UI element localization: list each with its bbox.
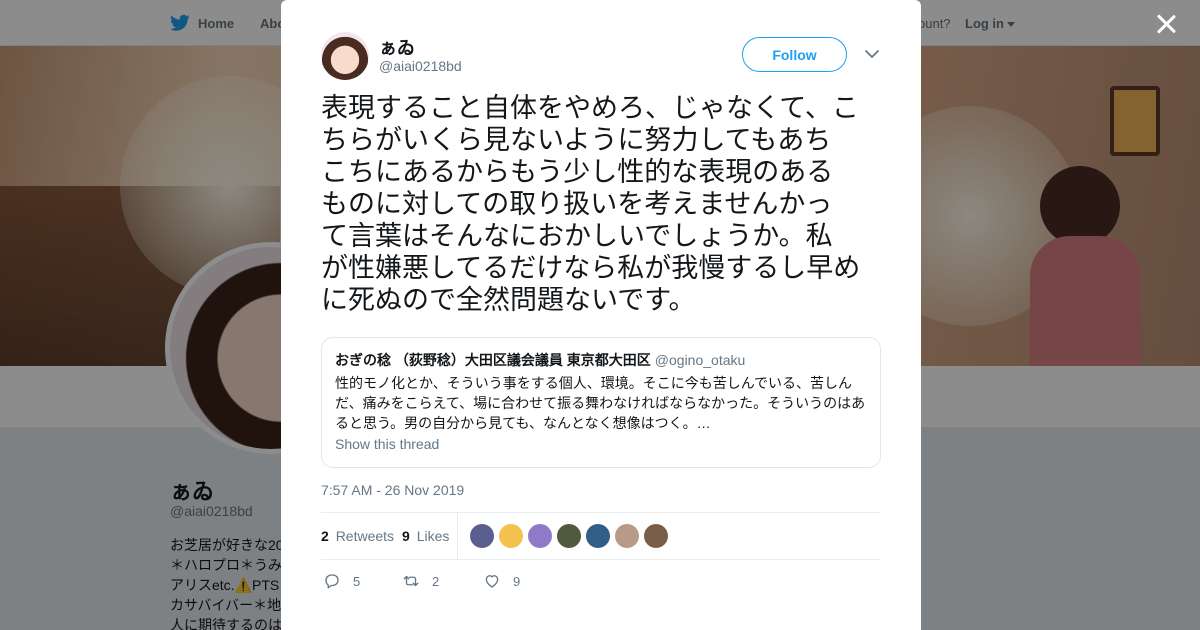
liker-avatar[interactable]: [528, 524, 552, 548]
follow-button[interactable]: Follow: [742, 37, 847, 72]
retweets-label: Retweets: [335, 528, 395, 544]
tweet-text: 表現すること自体をやめろ、じゃなくて、こ ちらがいくら見ないように努力してもあち…: [321, 92, 886, 316]
retweet-icon: [403, 575, 419, 587]
author-avatar[interactable]: [321, 32, 369, 80]
tweet-stats: 2 Retweets 9 Likes: [321, 512, 881, 560]
reply-icon: [325, 574, 339, 589]
liker-avatar[interactable]: [499, 524, 523, 548]
tweet-text-line: ものに対しての取り扱いを考えませんかっ: [321, 189, 833, 219]
quoted-tweet-text: 性的モノ化とか、そういう事をする個人、環境。そこに今も苦しんでいる、苦しんだ、痛…: [335, 375, 866, 431]
quoted-author-handle: @ogino_otaku: [654, 352, 746, 368]
liker-avatar[interactable]: [470, 524, 494, 548]
tweet-text-line: て言葉はそんなにおかしいでしょうか。私: [321, 221, 833, 251]
reply-action[interactable]: 5: [323, 572, 360, 590]
likes-count: 9: [402, 528, 410, 544]
liker-avatar[interactable]: [615, 524, 639, 548]
quoted-tweet-card[interactable]: おぎの稔 （荻野稔）大田区議会議員 東京都大田区 @ogino_otaku 性的モ…: [321, 337, 881, 468]
like-action[interactable]: 9: [483, 572, 520, 590]
tweet-timestamp[interactable]: 7:57 AM - 26 Nov 2019: [321, 482, 464, 498]
show-thread-link[interactable]: Show this thread: [335, 436, 867, 452]
author-name[interactable]: ぁゐ: [379, 34, 415, 60]
reply-count: 5: [353, 573, 361, 589]
liker-avatar[interactable]: [557, 524, 581, 548]
retweet-count: 2: [432, 573, 440, 589]
liker-avatar[interactable]: [644, 524, 668, 548]
tweet-text-line: ちらがいくら見ないように努力してもあち: [321, 125, 832, 155]
tweet-text-line: が性嫌悪してるだけなら私が我慢するし早め: [321, 253, 861, 283]
quoted-tweet-header: おぎの稔 （荻野稔）大田区議会議員 東京都大田区 @ogino_otaku: [335, 351, 867, 369]
chevron-down-icon[interactable]: [864, 46, 880, 62]
liker-avatar[interactable]: [586, 524, 610, 548]
retweets-stat[interactable]: 2 Retweets: [321, 528, 394, 544]
retweets-count: 2: [321, 528, 329, 544]
close-icon[interactable]: [1154, 12, 1178, 36]
tweet-text-line: 表現すること自体をやめろ、じゃなくて、こ: [321, 93, 859, 123]
stats-divider: [457, 513, 458, 559]
tweet-modal: ぁゐ @aiai0218bd Follow 表現すること自体をやめろ、じゃなくて…: [281, 0, 921, 630]
likes-stat[interactable]: 9 Likes: [402, 528, 449, 544]
heart-icon: [485, 575, 499, 588]
quoted-author-name: おぎの稔 （荻野稔）大田区議会議員 東京都大田区: [335, 352, 651, 368]
like-count: 9: [513, 573, 521, 589]
retweet-action[interactable]: 2: [402, 572, 439, 590]
tweet-text-line: こちにあるからもう少し性的な表現のある: [321, 157, 834, 187]
tweet-text-line: に死ぬので全然問題ないです。: [321, 285, 696, 315]
likes-label: Likes: [416, 528, 450, 544]
author-handle[interactable]: @aiai0218bd: [379, 58, 462, 74]
